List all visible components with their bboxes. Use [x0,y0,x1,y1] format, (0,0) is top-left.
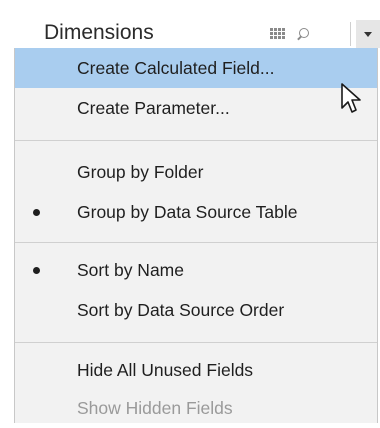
menu-item-hide-all-unused-fields[interactable]: Hide All Unused Fields [15,350,377,390]
header-icons [270,23,310,45]
search-icon[interactable] [296,27,310,41]
menu-item-label: Create Calculated Field... [77,58,275,78]
checked-bullet-icon [33,209,40,216]
menu-separator [15,140,377,141]
checked-bullet-icon [33,267,40,274]
menu-item-create-calculated-field[interactable]: Create Calculated Field... [15,48,377,88]
menu-separator [15,242,377,243]
menu-item-label: Hide All Unused Fields [77,360,254,380]
menu-separator [15,342,377,343]
menu-item-sort-by-name[interactable]: Sort by Name [15,250,377,290]
menu-item-label: Show Hidden Fields [77,398,233,418]
menu-item-label: Sort by Name [77,260,184,280]
menu-item-show-hidden-fields: Show Hidden Fields [15,388,377,428]
menu-item-sort-by-data-source-order[interactable]: Sort by Data Source Order [15,290,377,330]
menu-item-label: Create Parameter... [77,98,230,118]
menu-item-group-by-data-source-table[interactable]: Group by Data Source Table [15,192,377,232]
menu-item-label: Group by Data Source Table [77,202,298,222]
panel-title: Dimensions [44,21,154,44]
menu-item-group-by-folder[interactable]: Group by Folder [15,152,377,192]
header-divider [350,22,351,46]
chevron-down-icon[interactable] [356,20,380,48]
menu-item-label: Sort by Data Source Order [77,300,285,320]
list-view-icon[interactable] [270,27,286,41]
context-menu: Create Calculated Field... Create Parame… [14,48,378,423]
dimensions-header: Dimensions [0,0,380,48]
menu-item-label: Group by Folder [77,162,204,182]
mouse-pointer-icon [341,83,361,113]
menu-item-create-parameter[interactable]: Create Parameter... [15,88,377,128]
